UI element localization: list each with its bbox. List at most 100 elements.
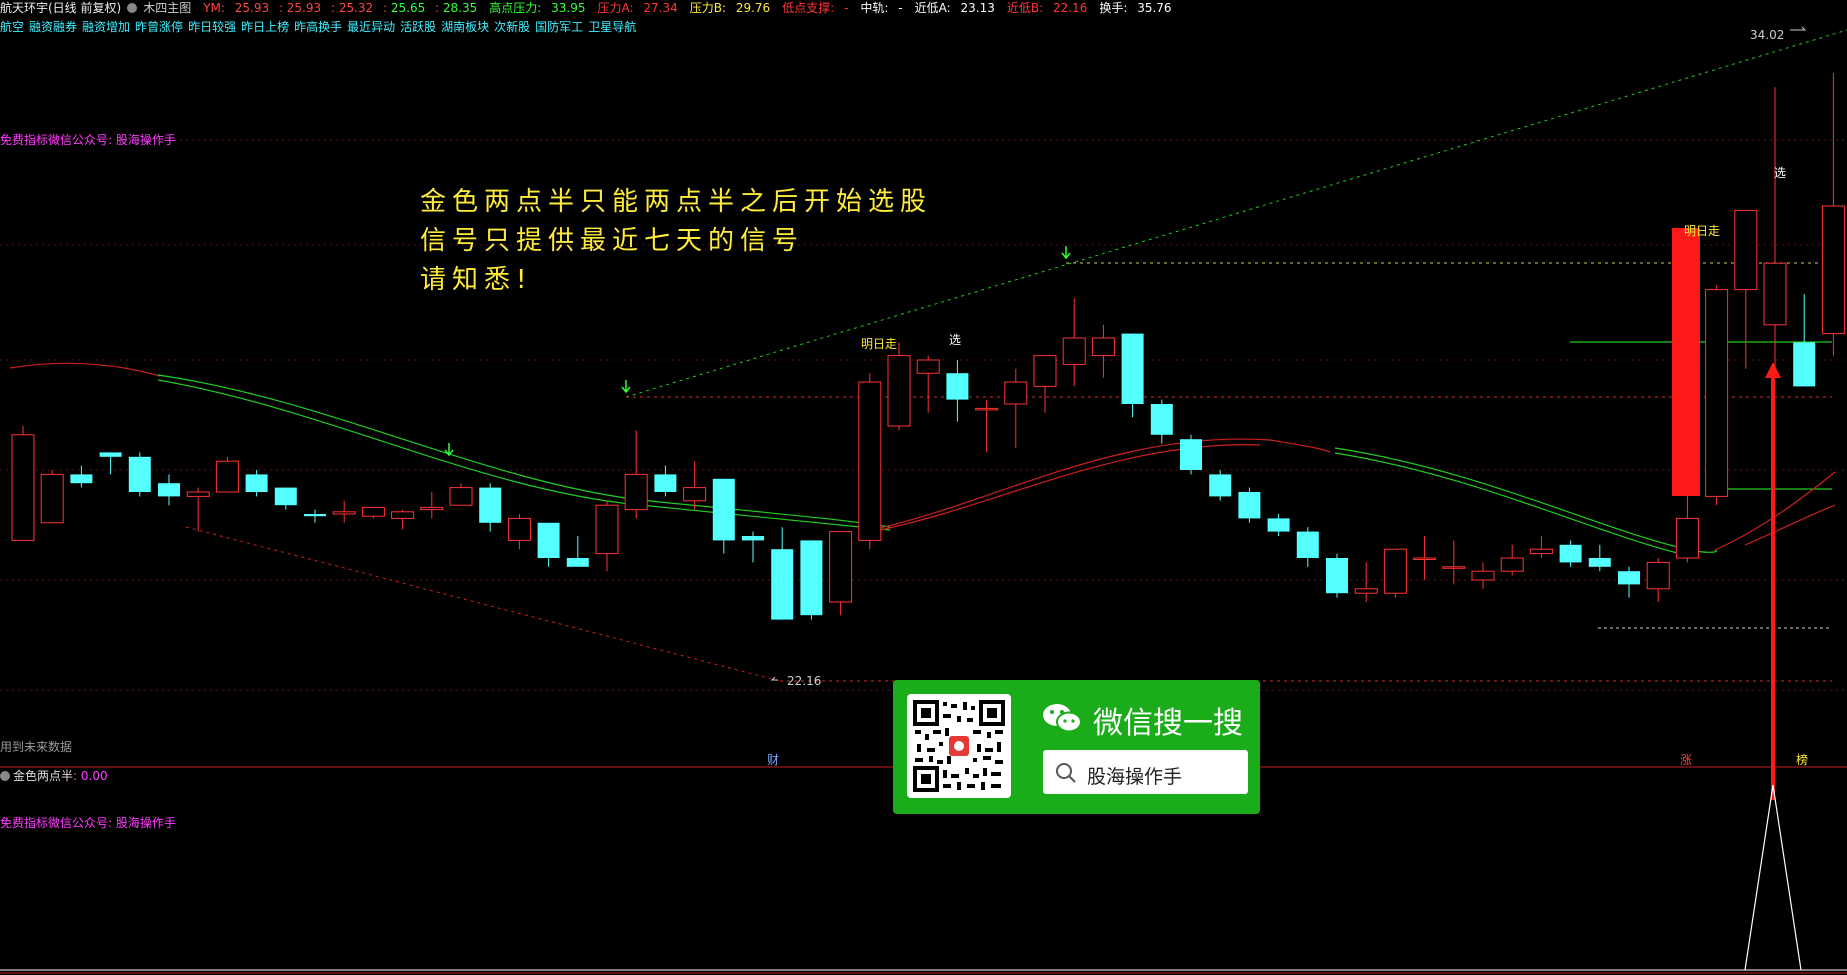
candle-body[interactable]	[449, 487, 473, 506]
candle-body[interactable]	[1529, 548, 1553, 555]
candle-body[interactable]	[479, 487, 502, 523]
toggle-circle-icon[interactable]	[127, 3, 138, 13]
candle-body[interactable]	[1646, 561, 1670, 590]
candle-body[interactable]	[1763, 262, 1787, 326]
candle-body[interactable]	[1121, 333, 1144, 404]
candle-body[interactable]	[624, 473, 648, 511]
promo-bottom: 免费指标微信公众号: 股海操作手	[0, 816, 176, 830]
candle-body[interactable]	[158, 483, 180, 497]
candle-body[interactable]	[1004, 381, 1028, 405]
candlestick-chart[interactable]	[0, 0, 1847, 975]
candle-body[interactable]	[566, 558, 589, 567]
ma-red-4	[1744, 504, 1836, 546]
candle-body[interactable]	[186, 491, 210, 497]
candle-body[interactable]	[654, 474, 677, 492]
concept-tag[interactable]: 国防军工	[535, 20, 583, 34]
concept-tag[interactable]: 昨日上榜	[241, 20, 289, 34]
ym-values: YM: 25.93 : 25.93 : 25.32 : 25.65 : 28.3…	[203, 1, 478, 15]
candle-body[interactable]	[829, 531, 853, 603]
candle-body[interactable]	[887, 355, 911, 427]
indicator-name[interactable]: 木四主图	[127, 1, 197, 15]
candle-body[interactable]	[1326, 558, 1348, 594]
future-data-note: 用到未来数据	[0, 740, 73, 754]
header-item: 近低B: 22.16	[1006, 1, 1088, 15]
concept-tag[interactable]: 昨日较强	[188, 20, 236, 34]
candle-body[interactable]	[1267, 518, 1290, 532]
candle-body[interactable]	[332, 511, 356, 515]
candle-body[interactable]	[1442, 566, 1466, 569]
candle-body[interactable]	[1471, 570, 1495, 581]
concept-tag[interactable]: 活跃股	[400, 20, 436, 34]
candle-body[interactable]	[1588, 558, 1611, 567]
concept-tag[interactable]: 最近异动	[347, 20, 395, 34]
candle-body[interactable]	[99, 452, 122, 457]
candle-body[interactable]	[1500, 557, 1524, 572]
candle-body[interactable]	[215, 460, 239, 493]
candle-body[interactable]	[712, 478, 735, 541]
candle-body[interactable]	[70, 474, 93, 484]
candle-body[interactable]	[391, 511, 415, 519]
candle-body[interactable]	[40, 473, 64, 524]
wechat-search-text: 股海操作手	[1087, 766, 1183, 788]
concept-tag[interactable]: 昨曾涨停	[135, 20, 183, 34]
candle-body[interactable]	[1793, 342, 1816, 387]
header-bar: 航天环宇(日线 前复权) 木四主图 YM: 25.93 : 25.93 : 25.3…	[0, 0, 1847, 17]
toggle-circle-icon[interactable]	[0, 771, 10, 781]
candle-body[interactable]	[946, 373, 969, 400]
concept-tag[interactable]: 航空	[0, 20, 24, 34]
candle-body[interactable]	[1559, 544, 1582, 563]
concept-tag[interactable]: 融资融券	[29, 20, 77, 34]
candle-body[interactable]	[1354, 588, 1378, 594]
header-items: 高点压力: 33.95 压力A: 27.34 压力B: 29.76 低点支撑: - 中轨…	[489, 1, 1183, 15]
concept-tag[interactable]: 湖南板块	[441, 20, 489, 34]
candle-body[interactable]	[420, 506, 444, 511]
ma-green-1	[157, 374, 891, 528]
qr-code	[907, 694, 1011, 798]
candle-body[interactable]	[361, 506, 385, 517]
candle-body[interactable]	[1209, 474, 1232, 497]
candle-body[interactable]	[274, 487, 297, 506]
candle-body[interactable]	[975, 407, 999, 411]
candle-body[interactable]	[1705, 289, 1729, 497]
candle-body[interactable]	[1383, 548, 1407, 594]
concept-tag[interactable]: 昨高换手	[294, 20, 342, 34]
notice-line-3: 请知悉!	[420, 265, 533, 295]
candle-body[interactable]	[771, 549, 794, 620]
candle-body[interactable]	[1618, 571, 1640, 585]
stock-title[interactable]: 航天环宇(日线 前复权)	[0, 1, 121, 15]
header-item: 低点支撑: -	[782, 1, 849, 15]
candle-body[interactable]	[800, 540, 823, 616]
bang-marker: 榜	[1796, 753, 1809, 767]
candle-body[interactable]	[245, 474, 268, 492]
candle-body[interactable]	[1033, 355, 1057, 387]
candle-body[interactable]	[1821, 205, 1845, 335]
candle-body[interactable]	[1180, 439, 1202, 470]
candle-body[interactable]	[1734, 209, 1758, 291]
candle-body[interactable]	[1091, 337, 1115, 357]
candle-body[interactable]	[1150, 404, 1173, 435]
candle-body[interactable]	[916, 359, 940, 374]
candle-body[interactable]	[1413, 557, 1437, 560]
select-marker-2: 选	[1774, 166, 1787, 180]
candle-body[interactable]	[1675, 517, 1699, 559]
candle-body[interactable]	[507, 517, 531, 541]
promo-top: 免费指标微信公众号: 股海操作手	[0, 133, 176, 147]
candle-body[interactable]	[128, 456, 151, 492]
concept-tag[interactable]: 融资增加	[82, 20, 130, 34]
candle-body[interactable]	[595, 504, 619, 555]
wechat-search-box[interactable]: 股海操作手	[1043, 750, 1248, 794]
candle-body[interactable]	[858, 381, 882, 541]
candle-body[interactable]	[537, 522, 560, 558]
candle-body[interactable]	[1062, 337, 1086, 365]
sub-indicator-title[interactable]: 金色两点半: 0.00	[0, 767, 108, 784]
candle-body[interactable]	[11, 434, 35, 541]
candle-body[interactable]	[742, 536, 764, 541]
cai-marker: 财	[767, 753, 780, 767]
concept-tag[interactable]: 次新股	[494, 20, 530, 34]
candle-body[interactable]	[1296, 531, 1319, 558]
candle-body[interactable]	[683, 487, 707, 502]
concept-tag[interactable]: 卫星导航	[588, 20, 636, 34]
candle-body[interactable]	[1238, 492, 1261, 519]
wechat-search-card[interactable]: 微信搜一搜 股海操作手	[893, 680, 1260, 814]
candle-body[interactable]	[304, 514, 326, 517]
